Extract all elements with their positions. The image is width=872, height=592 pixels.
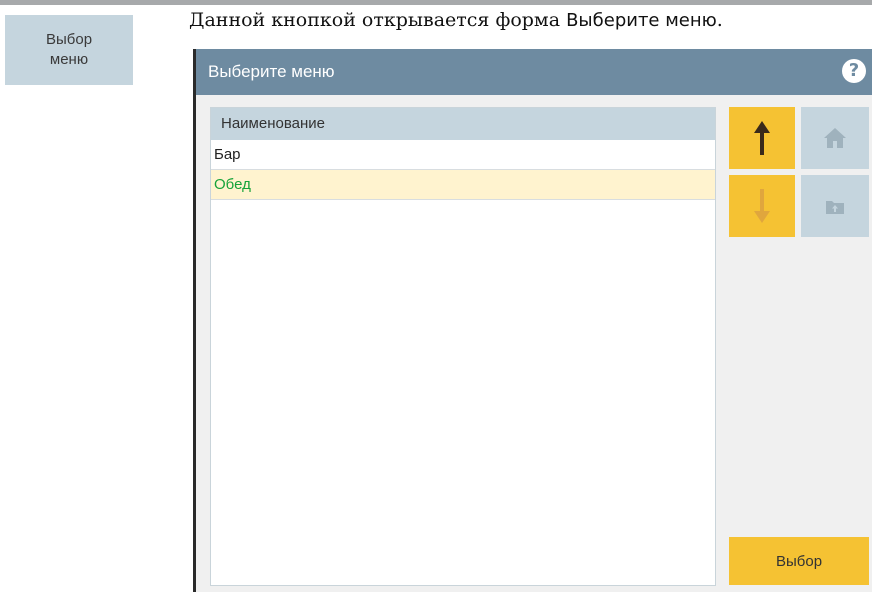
arrow-up-icon — [754, 121, 770, 155]
list-item[interactable]: Бар — [211, 140, 715, 170]
menu-select-button[interactable]: Выбор меню — [5, 15, 133, 85]
select-menu-dialog: Выберите меню ? Наименование Бар Обед Вы… — [193, 49, 872, 592]
dialog-titlebar: Выберите меню ? — [196, 49, 872, 95]
dialog-title: Выберите меню — [208, 62, 335, 81]
column-header-name[interactable]: Наименование — [211, 108, 715, 140]
select-button[interactable]: Выбор — [729, 537, 869, 585]
caption-form-ref: Выберите меню — [566, 10, 717, 31]
caption-text: Данной кнопкой открывается форма — [189, 9, 567, 31]
home-button[interactable] — [801, 107, 869, 169]
menu-list: Наименование Бар Обед — [210, 107, 716, 586]
list-item[interactable]: Обед — [211, 170, 715, 200]
caption: Данной кнопкой открывается форма Выберит… — [189, 9, 869, 31]
caption-end: . — [716, 9, 723, 31]
top-rule — [0, 0, 872, 5]
move-up-button[interactable] — [729, 107, 795, 169]
folder-up-icon — [826, 200, 844, 214]
arrow-down-icon — [754, 189, 770, 223]
folder-up-button[interactable] — [801, 175, 869, 237]
home-icon — [824, 128, 846, 148]
help-icon[interactable]: ? — [842, 59, 866, 83]
move-down-button[interactable] — [729, 175, 795, 237]
